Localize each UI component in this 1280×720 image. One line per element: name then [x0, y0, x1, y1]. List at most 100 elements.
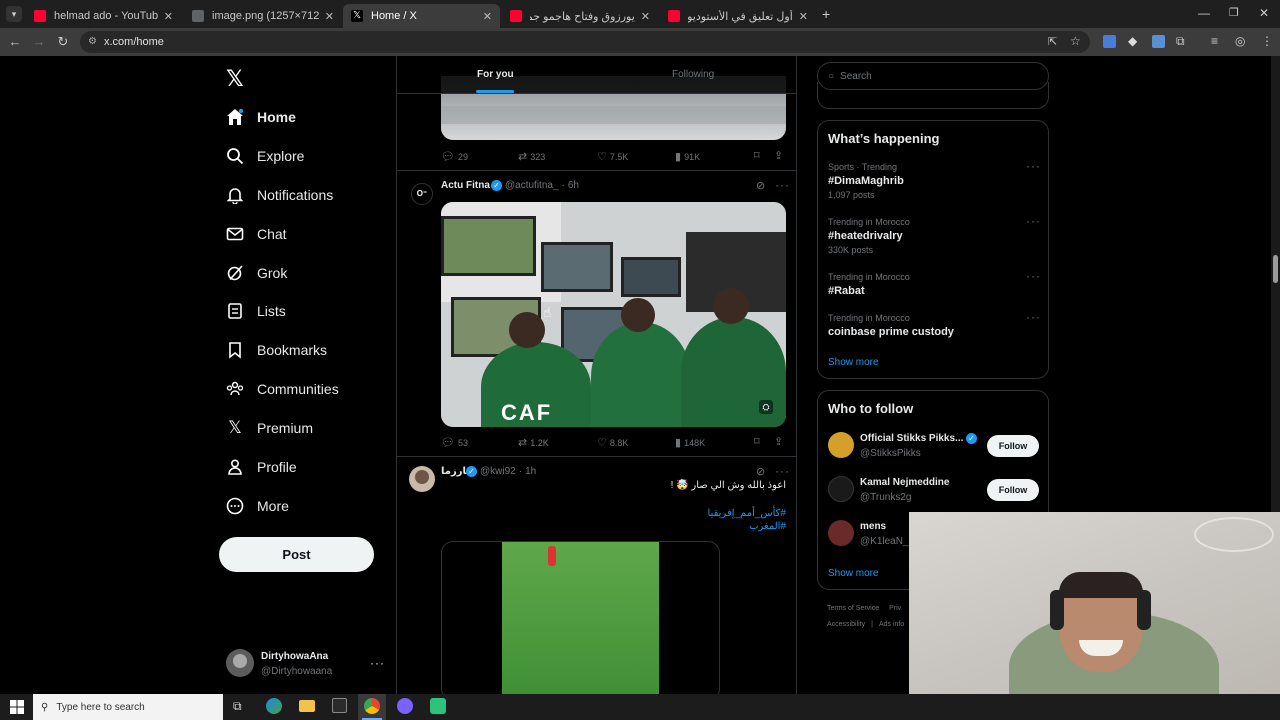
post-media[interactable]	[441, 541, 720, 694]
browser-tab-active[interactable]: 𝕏 Home / X ✕	[343, 4, 500, 28]
follow-button[interactable]: Follow	[987, 435, 1039, 457]
reply-button[interactable]: 💬︎ 53	[441, 436, 468, 449]
close-icon[interactable]: ✕	[641, 10, 650, 23]
post-handle[interactable]: @kwi92	[480, 466, 516, 477]
like-button[interactable]: ♡ 8.8K	[597, 436, 628, 449]
sidebar-item-communities[interactable]: Communities	[226, 374, 339, 404]
sidebar-item-lists[interactable]: Lists	[226, 296, 286, 326]
views-button[interactable]: ▮ 148K	[675, 436, 705, 449]
avatar[interactable]	[409, 466, 435, 492]
post-time[interactable]: 6h	[568, 180, 579, 191]
restore-icon[interactable]: ❐	[1229, 6, 1239, 19]
more-icon[interactable]: ···	[1026, 159, 1041, 173]
taskbar-search-input[interactable]: ⚲ Type here to search	[33, 694, 223, 720]
x-logo[interactable]: 𝕏	[226, 66, 244, 92]
translate-extension-icon[interactable]	[1103, 35, 1116, 48]
share-button[interactable]: ⇪	[774, 149, 783, 162]
terms-link[interactable]: Terms of Service	[827, 605, 879, 612]
file-explorer-icon[interactable]	[299, 700, 315, 712]
user-name[interactable]: mens	[860, 521, 886, 532]
browser-tab[interactable]: image.png (1257×712) ✕	[184, 4, 342, 28]
puzzle-icon[interactable]: ⧉	[1176, 34, 1185, 49]
browser-tab[interactable]: helmad ado - YouTube ✕	[26, 4, 181, 28]
address-bar[interactable]: ⚙ x.com/home ⇱ ☆	[80, 31, 1090, 53]
sidebar-item-explore[interactable]: Explore	[226, 141, 304, 171]
tab-following[interactable]: Following	[672, 69, 714, 80]
plus-icon[interactable]: +	[822, 6, 830, 22]
sidebar-item-more[interactable]: More	[226, 491, 289, 521]
like-button[interactable]: ♡ 7.5K	[597, 150, 628, 163]
views-button[interactable]: ▮ 91K	[675, 150, 700, 163]
site-info-icon[interactable]: ⚙	[88, 36, 97, 47]
task-view-icon[interactable]: ⧉	[233, 699, 242, 714]
close-icon[interactable]: ✕	[164, 10, 173, 23]
more-icon[interactable]: ···	[1026, 310, 1041, 324]
post-time[interactable]: 1h	[525, 466, 536, 477]
profile-icon[interactable]: ◎	[1235, 34, 1245, 48]
bookmark-button[interactable]: ⌑	[754, 149, 760, 162]
grok-icon[interactable]: ⊘	[756, 179, 765, 192]
chrome-taskbar-button[interactable]	[358, 694, 386, 720]
post-author-name[interactable]: Actu Fitna	[441, 180, 490, 191]
tab-for-you[interactable]: For you	[477, 69, 514, 80]
reply-button[interactable]: 💬︎ 29	[441, 150, 468, 163]
sidebar-item-notifications[interactable]: Notifications	[226, 180, 333, 210]
close-icon[interactable]: ✕	[799, 10, 808, 23]
windows-start-icon[interactable]	[10, 700, 24, 714]
show-more-link[interactable]: Show more	[828, 568, 879, 579]
app-icon[interactable]	[430, 698, 446, 714]
user-name[interactable]: Official Stikks Pikks...	[860, 433, 963, 444]
more-icon[interactable]: ···	[775, 464, 790, 478]
repost-button[interactable]: ⇄ 1.2K	[518, 436, 549, 449]
star-icon[interactable]: ☆	[1070, 34, 1081, 48]
sidebar-item-chat[interactable]: Chat	[226, 219, 287, 249]
post-button[interactable]: Post	[219, 537, 374, 572]
bookmark-button[interactable]: ⌑	[754, 435, 760, 448]
trend-item[interactable]: Sports · Trending #DimaMaghrib 1,097 pos…	[828, 162, 904, 200]
avatar[interactable]: O⁼	[411, 183, 433, 205]
share-button[interactable]: ⇪	[774, 435, 783, 448]
avatar[interactable]	[828, 432, 854, 458]
sidebar-item-profile[interactable]: Profile	[226, 452, 297, 482]
sidebar-item-grok[interactable]: Grok	[226, 258, 287, 288]
extension-icon[interactable]	[1152, 35, 1165, 48]
more-icon[interactable]: ···	[1026, 214, 1041, 228]
close-icon[interactable]: ✕	[325, 10, 334, 23]
repost-button[interactable]: ⇄ 323	[518, 150, 545, 163]
avatar[interactable]	[828, 520, 854, 546]
avatar[interactable]	[226, 649, 254, 677]
back-icon[interactable]: ←	[7, 34, 23, 49]
sidebar-item-home[interactable]: Home	[226, 102, 296, 132]
hashtag-link[interactable]: #كأس_أمم_إفريقيا	[597, 508, 786, 519]
forward-icon[interactable]: →	[31, 34, 47, 49]
follow-button[interactable]: Follow	[987, 479, 1039, 501]
close-icon[interactable]: ✕	[483, 10, 492, 23]
user-name[interactable]: Kamal Nejmeddine	[860, 477, 949, 488]
hashtag-link[interactable]: #المغرب	[597, 521, 786, 532]
trend-item[interactable]: Trending in Morocco #heatedrivalry 330K …	[828, 217, 910, 255]
sidebar-item-bookmarks[interactable]: Bookmarks	[226, 335, 327, 365]
reload-icon[interactable]: ↻	[55, 34, 71, 50]
minimize-icon[interactable]: —	[1198, 6, 1210, 20]
more-icon[interactable]: ···	[1026, 269, 1041, 283]
sidebar-item-premium[interactable]: 𝕏 Premium	[226, 413, 313, 443]
accessibility-link[interactable]: Accessibility	[827, 621, 865, 628]
browser-tab[interactable]: أول تعليق في الأستوديو بعد تعاد ✕	[660, 4, 816, 28]
scrollbar-thumb[interactable]	[1273, 255, 1278, 283]
trend-item[interactable]: Trending in Morocco coinbase prime custo…	[828, 313, 954, 338]
account-menu-icon[interactable]: ···	[370, 656, 385, 670]
extension-icon[interactable]: ◆	[1128, 34, 1137, 48]
post-handle[interactable]: @actufitna_	[505, 180, 559, 191]
menu-icon[interactable]: ⋮	[1261, 34, 1273, 48]
privacy-link[interactable]: Priv	[889, 605, 901, 612]
tab-search-icon[interactable]: ▾	[6, 6, 22, 22]
ads-info-link[interactable]: Ads info	[879, 621, 904, 628]
avatar[interactable]	[828, 476, 854, 502]
grok-icon[interactable]: ⊘	[756, 465, 765, 478]
store-icon[interactable]	[332, 698, 347, 713]
close-window-icon[interactable]: ✕	[1259, 6, 1269, 20]
browser-tab[interactable]: يورزوق وفتاح هاجمو جمهور وريحنا ✕	[502, 4, 658, 28]
more-icon[interactable]: ···	[775, 178, 790, 192]
edge-icon[interactable]	[266, 698, 282, 714]
show-more-link[interactable]: Show more	[828, 357, 879, 368]
